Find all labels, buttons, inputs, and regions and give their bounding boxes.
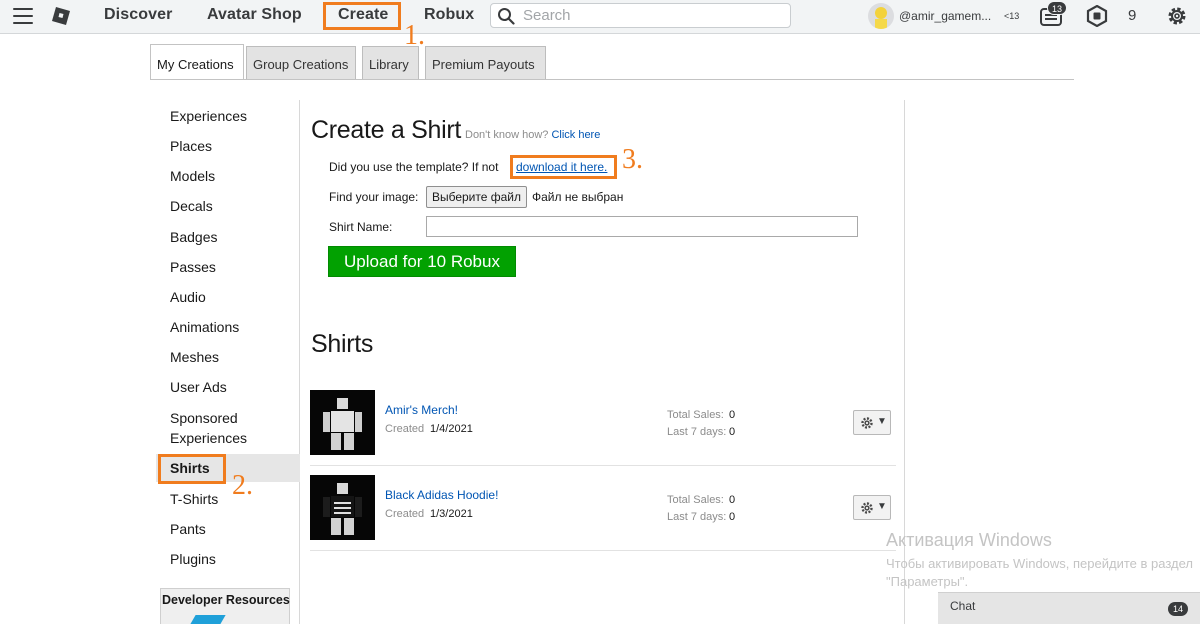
choose-file-button[interactable]: Выберите файл <box>426 186 527 208</box>
roblox-logo-icon[interactable] <box>52 7 70 25</box>
total-sales-value: 0 <box>729 409 736 421</box>
shirts-section-title: Shirts <box>311 330 374 358</box>
list-item: Black Adidas Hoodie! Created 1/3/2021 To… <box>310 475 896 555</box>
created-label: Created <box>385 508 425 520</box>
annotation-number-1: 1. <box>404 20 425 51</box>
last-7-days-value: 0 <box>729 426 736 438</box>
template-question: Did you use the template? If not <box>329 160 499 174</box>
tab-library[interactable]: Library <box>362 46 419 80</box>
no-file-chosen-text: Файл не выбран <box>532 190 624 204</box>
shirt-name-link[interactable]: Black Adidas Hoodie! <box>385 488 498 502</box>
search-icon <box>498 8 515 25</box>
upload-button[interactable]: Upload for 10 Robux <box>328 246 516 277</box>
sidebar-item-user-ads[interactable]: User Ads <box>170 377 227 397</box>
hamburger-menu-icon[interactable] <box>13 8 33 24</box>
total-sales-label: Total Sales: <box>667 494 724 506</box>
sidebar-item-models[interactable]: Models <box>170 166 215 186</box>
chat-label[interactable]: Chat <box>950 599 975 613</box>
age-bracket-label: <13 <box>1004 11 1020 21</box>
gear-icon <box>861 417 873 429</box>
sidebar-item-audio[interactable]: Audio <box>170 287 206 307</box>
caret-down-icon: ▼ <box>877 501 887 512</box>
annotation-number-2: 2. <box>232 470 253 501</box>
user-avatar[interactable] <box>868 3 894 29</box>
created-date: 1/4/2021 <box>430 423 473 435</box>
annotation-highlight-download <box>510 155 617 179</box>
annotation-highlight-shirts <box>158 454 226 484</box>
shirt-name-input[interactable] <box>426 216 858 237</box>
shirt-thumbnail[interactable] <box>310 475 375 540</box>
sidebar-item-sponsored-experiences[interactable]: Sponsored Experiences <box>170 408 270 448</box>
item-settings-dropdown[interactable]: ▼ <box>853 410 891 435</box>
sidebar-item-passes[interactable]: Passes <box>170 257 216 277</box>
search-input[interactable] <box>523 6 783 25</box>
caret-down-icon: ▼ <box>877 416 887 427</box>
messages-count-badge: 13 <box>1047 1 1068 15</box>
chat-bar[interactable]: Chat 14 <box>938 592 1200 624</box>
created-date: 1/3/2021 <box>430 508 473 520</box>
sidebar-item-meshes[interactable]: Meshes <box>170 347 219 367</box>
gear-icon <box>861 502 873 514</box>
nav-avatar-shop[interactable]: Avatar Shop <box>207 6 302 24</box>
last-7-days-label: Last 7 days: <box>667 511 727 523</box>
tab-group-creations[interactable]: Group Creations <box>246 46 356 80</box>
tabs-divider <box>150 79 1074 80</box>
shirt-thumbnail[interactable] <box>310 390 375 455</box>
find-image-label: Find your image: <box>329 190 419 204</box>
sidebar-item-decals[interactable]: Decals <box>170 196 213 216</box>
sidebar-item-places[interactable]: Places <box>170 136 212 156</box>
created-label: Created <box>385 423 425 435</box>
sidebar-item-plugins[interactable]: Plugins <box>170 549 216 569</box>
total-sales-value: 0 <box>729 494 736 506</box>
sidebar-item-experiences[interactable]: Experiences <box>170 106 247 126</box>
settings-gear-icon[interactable] <box>1165 4 1189 28</box>
shirt-name-link[interactable]: Amir's Merch! <box>385 403 458 417</box>
help-link[interactable]: Click here <box>551 129 600 141</box>
tab-my-creations[interactable]: My Creations <box>150 44 244 80</box>
shirt-name-label: Shirt Name: <box>329 220 393 234</box>
top-navigation-bar: Discover Avatar Shop Create Robux @amir_… <box>0 0 1200 34</box>
robux-icon[interactable] <box>1086 5 1108 27</box>
row-divider <box>310 465 896 466</box>
search-box[interactable] <box>490 3 791 28</box>
sidebar-item-badges[interactable]: Badges <box>170 227 217 247</box>
sidebar-item-animations[interactable]: Animations <box>170 317 239 337</box>
sidebar-item-t-shirts[interactable]: T-Shirts <box>170 489 218 509</box>
robux-balance[interactable]: 9 <box>1128 7 1136 24</box>
annotation-number-3: 3. <box>622 144 643 175</box>
developer-resources-title: Developer Resources <box>162 593 290 607</box>
username-label[interactable]: @amir_gamem... <box>899 9 991 23</box>
creations-sidebar: Experiences Places Models Decals Badges … <box>156 100 300 624</box>
annotation-highlight-create <box>323 2 401 30</box>
studio-logo-icon[interactable] <box>186 615 226 624</box>
help-text: Don't know how? <box>465 129 549 141</box>
row-divider <box>310 550 896 551</box>
last-7-days-label: Last 7 days: <box>667 426 727 438</box>
total-sales-label: Total Sales: <box>667 409 724 421</box>
tab-premium-payouts[interactable]: Premium Payouts <box>425 46 546 80</box>
windows-activation-subtitle: Чтобы активировать Windows, перейдите в … <box>886 556 1193 589</box>
list-item: Amir's Merch! Created 1/4/2021 Total Sal… <box>310 390 896 470</box>
help-hint: Don't know how? Click here <box>465 129 600 141</box>
chat-count-badge: 14 <box>1168 602 1188 616</box>
developer-resources-panel: Developer Resources <box>160 588 290 624</box>
sidebar-item-pants[interactable]: Pants <box>170 519 206 539</box>
last-7-days-value: 0 <box>729 511 736 523</box>
item-settings-dropdown[interactable]: ▼ <box>853 495 891 520</box>
avatar-icon <box>875 7 887 29</box>
windows-activation-title: Активация Windows <box>886 530 1052 550</box>
nav-discover[interactable]: Discover <box>104 6 172 24</box>
nav-robux[interactable]: Robux <box>424 6 474 24</box>
page-title: Create a Shirt <box>311 116 462 144</box>
